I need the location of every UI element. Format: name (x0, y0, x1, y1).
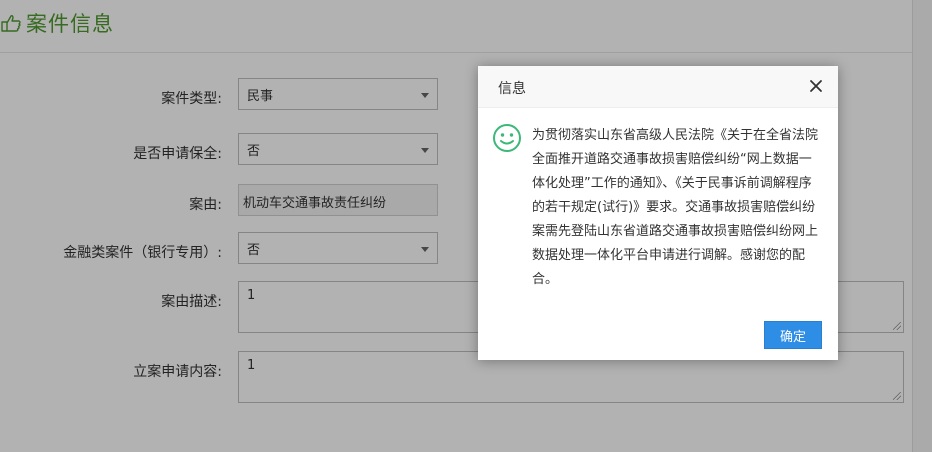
dialog-message: 为贯彻落实山东省高级人民法院《关于在全省法院全面推开道路交通事故损害赔偿纠纷“网… (532, 128, 819, 287)
dialog-title: 信息 (498, 81, 526, 97)
smile-icon (493, 124, 521, 152)
dialog-header: 信息 (478, 66, 838, 108)
ok-button[interactable]: 确定 (764, 321, 822, 349)
close-icon[interactable] (808, 78, 824, 94)
info-dialog: 信息 为贯彻落实山东省高级人民法院《关于在全省法院全面推开道路交通事故损害赔偿纠… (478, 66, 838, 360)
